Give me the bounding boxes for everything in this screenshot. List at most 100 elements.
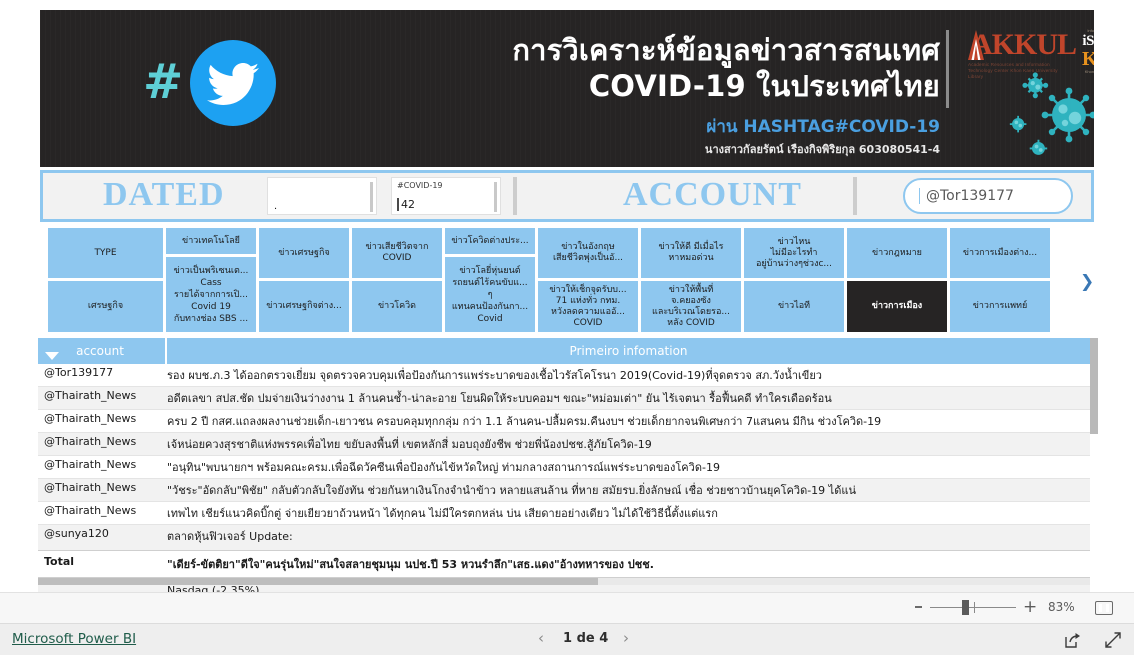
zoom-in-button[interactable]: + xyxy=(1023,599,1037,616)
table-cell-info: รอง ผบช.ภ.3 ได้ออกตรวจเยี่ยม จุดตรวจควบค… xyxy=(167,369,822,382)
filter-strip: DATED . #COVID-19 42 ACCOUNT @Tor139177 xyxy=(40,170,1094,222)
category-cell-top-label: ข่าวการเมืองต่าง... xyxy=(962,247,1038,258)
category-cell-bottom[interactable]: ข่าวเป็นพริเซนเต... Cass รายได้จากการเปิ… xyxy=(166,257,256,332)
previous-page-button[interactable]: ‹ xyxy=(538,629,544,647)
table-row[interactable]: @Thairath_News อดีตเลขา สปส.ชัด ปมจ่ายเงิ… xyxy=(38,387,1090,410)
hashtag-slicer[interactable]: #COVID-19 42 xyxy=(391,177,501,215)
table-cell-info: อดีตเลขา สปส.ชัด ปมจ่ายเงินว่างงาน 1 ล้า… xyxy=(167,392,832,405)
category-cell-top[interactable]: TYPE xyxy=(48,228,163,278)
category-column: ข่าวในอังกฤษ เสียชีวิตพุ่งเป็นอั... ข่าวใ… xyxy=(538,228,641,332)
category-cell-top-label: ข่าวให้ดี มีเมื่อไร หาหมอด่วน xyxy=(658,242,724,263)
table-cell-info: "วัชระ"อัดกลับ"พิชัย" กลับตัวกลับใจยังทั… xyxy=(167,484,856,497)
table-vscroll-thumb[interactable] xyxy=(1090,338,1098,434)
category-cell-bottom[interactable]: ข่าวการเมือง xyxy=(847,281,947,332)
next-page-button[interactable]: › xyxy=(623,629,629,647)
category-cell-bottom[interactable]: ข่าวให้เช็กจุดรับบ... 71 แห่งทั่ว กทม. ห… xyxy=(538,281,638,332)
author-credit: นางสาวกัลยรัตน์ เรืองกิจพิริยกุล 6030805… xyxy=(704,143,940,156)
table-cell-account: @Thairath_News xyxy=(44,458,137,471)
table-row[interactable]: @Tor139177 รอง ผบช.ภ.3 ได้ออกตรวจเยี่ยม จ… xyxy=(38,364,1090,387)
category-cell-bottom-label: ข่าวไอที xyxy=(777,301,811,311)
zoom-bar: + 83% xyxy=(0,592,1134,623)
category-cell-bottom[interactable]: ข่าวการแพทย์ xyxy=(950,281,1050,332)
category-column: ข่าวเศรษฐกิจข่าวเศรษฐกิจต่าง... xyxy=(259,228,352,332)
fit-to-page-icon[interactable] xyxy=(1095,601,1113,615)
table-cell-info: "อนุทิน"พบนายกฯ พร้อมคณะครม.เพื่อฉีดวัคซ… xyxy=(167,461,720,474)
page-indicator: 1 de 4 xyxy=(563,631,609,646)
microsoft-power-bi-link[interactable]: Microsoft Power BI xyxy=(12,631,136,647)
date-slicer-value: . xyxy=(274,200,278,212)
page-subtitle: ผ่าน HASHTAG#COVID-19 xyxy=(706,117,940,137)
hashtag-slicer-handle[interactable] xyxy=(494,182,497,212)
category-column: ข่าวไหน ไม่มีอะไรทำ อยู่บ้านว่างๆช่วงc..… xyxy=(744,228,847,332)
category-column: ข่าวการเมืองต่าง... ข่าวการแพทย์ xyxy=(950,228,1053,332)
fullscreen-icon[interactable] xyxy=(1105,632,1121,648)
strip-divider-left xyxy=(513,177,517,215)
category-column: TYPE เศรษฐกิจ xyxy=(48,228,166,332)
category-cell-top[interactable]: ข่าวให้ดี มีเมื่อไร หาหมอด่วน xyxy=(641,228,741,278)
dated-label: DATED xyxy=(103,176,225,213)
category-column: ข่าวเสียชีวิตจาก COVID ข่าวโควิด xyxy=(352,228,445,332)
ischool-logo-word: iSchool xyxy=(1082,33,1094,49)
date-slicer-handle[interactable] xyxy=(370,182,373,212)
account-slicer[interactable]: @Tor139177 xyxy=(903,178,1073,214)
category-cell-bottom-label: ข่าวให้เช็กจุดรับบ... 71 แห่งทั่ว กทม. ห… xyxy=(549,284,627,328)
table-cell-info: เทพไท เชียร์แนวคิดบิ๊กตู่ จ่ายเยียวยาถ้ว… xyxy=(167,507,718,520)
category-cell-bottom[interactable]: ข่าวไอที xyxy=(744,281,844,332)
category-cell-bottom-label: ข่าวให้พื้นที่ จ.คยองซัง และบริเวณโดยรอ.… xyxy=(652,284,730,328)
table-total-row: Total "เดียร์-ขัตติยา"ดีใจ"คนรุ่นใหม่"สน… xyxy=(38,550,1090,578)
table-row[interactable]: @Thairath_News เทพไท เชียร์แนวคิดบิ๊กตู่ … xyxy=(38,502,1090,525)
category-cell-bottom[interactable]: เศรษฐกิจ xyxy=(48,281,163,332)
zoom-slider-thumb[interactable] xyxy=(962,600,969,615)
table-hscroll-thumb[interactable] xyxy=(38,578,598,585)
table-row[interactable]: @Thairath_News ครบ 2 ปี กสศ.แถลงผลงานช่วย… xyxy=(38,410,1090,433)
category-cell-top[interactable]: ข่าวกฎหมาย xyxy=(847,228,947,278)
category-cell-top[interactable]: ข่าวไหน ไม่มีอะไรทำ อยู่บ้านว่างๆช่วงc..… xyxy=(744,228,844,278)
akkul-logo: AKKUL Academic Resources and Information… xyxy=(968,30,1077,79)
category-cell-top-label: ข่าวเทคโนโลยี xyxy=(182,235,240,246)
category-cell-bottom[interactable]: ข่าวเศรษฐกิจต่าง... xyxy=(259,281,349,332)
category-cell-top-label: ข่าวไหน ไม่มีอะไรทำ อยู่บ้านว่างๆช่วงc..… xyxy=(755,236,833,269)
share-icon[interactable] xyxy=(1065,632,1081,648)
zoom-slider-track[interactable] xyxy=(930,607,1016,608)
sort-descending-icon[interactable] xyxy=(45,352,59,360)
category-cell-top[interactable]: ข่าวเสียชีวิตจาก COVID xyxy=(352,228,442,278)
chevron-right-icon[interactable]: ❯ xyxy=(1080,272,1094,292)
category-cell-top[interactable]: ข่าวเทคโนโลยี xyxy=(166,228,256,254)
column-header-info-label: Primeiro infomation xyxy=(569,344,688,358)
category-cell-top[interactable]: ข่าวโควิดต่างประ... xyxy=(445,228,535,254)
title-divider xyxy=(946,30,949,108)
date-slicer[interactable]: . xyxy=(267,177,377,215)
kku-logo-word: KKU xyxy=(1081,48,1094,70)
category-column: ข่าวกฎหมาย ข่าวการเมือง xyxy=(847,228,950,332)
column-header-account[interactable]: account xyxy=(38,338,162,364)
category-grid: TYPE เศรษฐกิจ ข่าวเทคโนโลยี ข่าวเป็นพริเซนเ… xyxy=(48,228,1077,332)
table-row[interactable]: @Thairath_News "อนุทิน"พบนายกฯ พร้อมคณะคร… xyxy=(38,456,1090,479)
zoom-out-button[interactable] xyxy=(915,606,922,608)
category-cell-bottom[interactable]: ข่าวโลยี่หุ่นยนต์ รถยนต์ไร้คนขับแ... ๆ แ… xyxy=(445,257,535,332)
table-cell-info: เจ้หน่อยควงสุรชาติแห่งพรรคเพื่อไทย ขยับล… xyxy=(167,438,652,451)
total-label: Total xyxy=(44,555,75,568)
table-header-row: account Primeiro infomation xyxy=(38,338,1090,364)
category-column: ข่าวเทคโนโลยีข่าวเป็นพริเซนเต... Cass รา… xyxy=(166,228,259,332)
total-info: "เดียร์-ขัตติยา"ดีใจ"คนรุ่นใหม่"สนใจสลาย… xyxy=(167,558,654,571)
table-row[interactable]: @Thairath_News "วัชระ"อัดกลับ"พิชัย" กลับ… xyxy=(38,479,1090,502)
category-cell-top[interactable]: ข่าวการเมืองต่าง... xyxy=(950,228,1050,278)
category-cell-top[interactable]: ข่าวในอังกฤษ เสียชีวิตพุ่งเป็นอั... xyxy=(538,228,638,278)
category-cell-bottom[interactable]: ข่าวโควิด xyxy=(352,281,442,332)
category-cell-bottom[interactable]: ข่าวให้พื้นที่ จ.คยองซัง และบริเวณโดยรอ.… xyxy=(641,281,741,332)
category-cell-bottom-label: ข่าวโลยี่หุ่นยนต์ รถยนต์ไร้คนขับแ... ๆ แ… xyxy=(451,265,529,324)
category-cell-top-label: ข่าวเศรษฐกิจ xyxy=(278,247,330,258)
category-cell-top[interactable]: ข่าวเศรษฐกิจ xyxy=(259,228,349,278)
table-row[interactable]: @Thairath_News เจ้หน่อยควงสุรชาติแห่งพรรค… xyxy=(38,433,1090,456)
category-cell-top-label: ข่าวในอังกฤษ เสียชีวิตพุ่งเป็นอั... xyxy=(552,242,624,263)
category-column: ข่าวให้ดี มีเมื่อไร หาหมอด่วนข่าวให้พื้น… xyxy=(641,228,744,332)
table-horizontal-scrollbar[interactable] xyxy=(38,578,1090,585)
category-cell-bottom-label: ข่าวการแพทย์ xyxy=(972,301,1028,311)
category-column: ข่าวโควิดต่างประ... ข่าวโลยี่หุ่นยนต์ รถย… xyxy=(445,228,538,332)
table-cell-account: @Thairath_News xyxy=(44,389,137,402)
column-header-info[interactable]: Primeiro infomation xyxy=(165,338,1090,364)
table-vertical-scrollbar[interactable] xyxy=(1090,338,1098,585)
table-cell-account: @Thairath_News xyxy=(44,412,137,425)
hashtag-glyph-icon: # xyxy=(143,54,184,110)
report-canvas: # การวิเคราะห์ข้อมูลข่าวสารสนเทศ COVID-1… xyxy=(0,0,1134,600)
